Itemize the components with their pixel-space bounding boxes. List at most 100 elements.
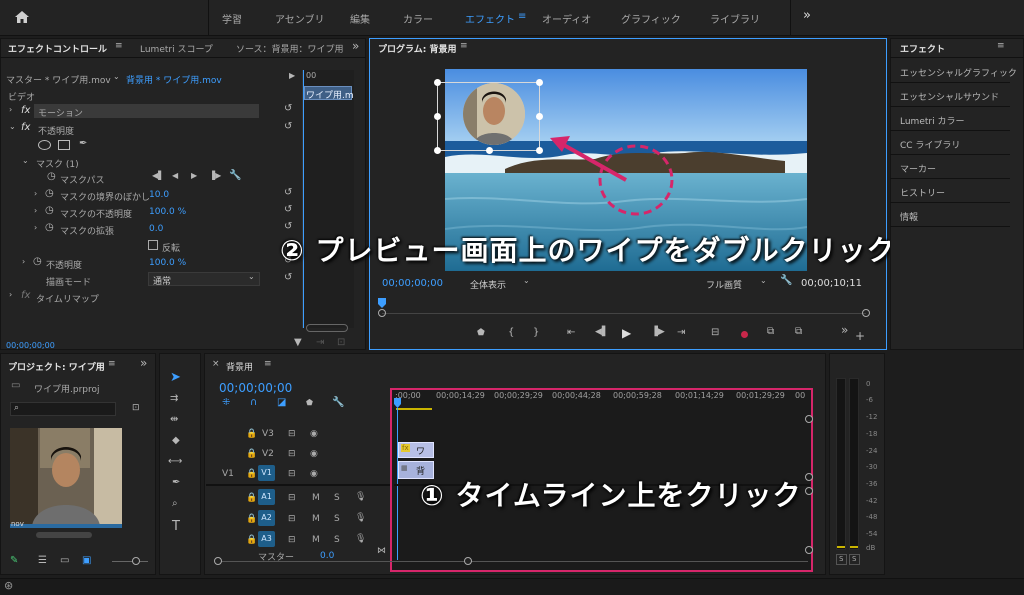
v-scroll-handle[interactable] (805, 415, 813, 423)
project-scroll-handle[interactable] (36, 532, 92, 538)
effects-item-markers[interactable]: マーカー (900, 162, 936, 175)
mini-scroll-handle[interactable] (306, 324, 348, 332)
source-patch-v1[interactable]: V1 (222, 469, 234, 479)
wipe-handle[interactable] (434, 147, 441, 154)
play-forward-icon[interactable]: ▶ (191, 172, 197, 180)
tab-effect-controls[interactable]: エフェクトコントロール (8, 42, 107, 55)
home-icon[interactable] (14, 10, 30, 27)
mask-feather-value[interactable]: 10.0 (149, 190, 169, 200)
export-frame-icon[interactable]: ⧉ (767, 327, 774, 337)
selection-tool-icon[interactable]: ➤ (170, 371, 181, 384)
track-lock-icon[interactable]: 🔒 (246, 514, 257, 524)
go-to-out-icon[interactable]: ⇥ (677, 328, 685, 338)
eye-icon[interactable]: ◉ (310, 429, 318, 439)
reset-icon[interactable]: ↺ (284, 188, 292, 198)
razor-tool-icon[interactable]: ◆ (172, 436, 180, 446)
wrench-icon[interactable]: 🔧 (229, 171, 241, 181)
expand-chevron-icon[interactable]: › (9, 106, 12, 114)
type-tool-icon[interactable]: T (172, 520, 180, 533)
export-icon[interactable]: ⇥ (316, 338, 324, 348)
wipe-handle[interactable] (434, 113, 441, 120)
v-scroll-handle[interactable] (805, 546, 813, 554)
mute-button[interactable]: M (312, 535, 320, 545)
master-clip-label[interactable]: マスター * ワイプ用.mov (6, 73, 111, 86)
workspace-menu-icon[interactable]: ≡ (518, 12, 526, 22)
expand-chevron-icon[interactable]: › (34, 207, 37, 215)
workspace-tab-audio[interactable]: オーディオ (542, 11, 591, 26)
track-sync-icon[interactable]: ⊟ (288, 429, 296, 439)
mic-icon[interactable]: 🎙 (355, 513, 366, 523)
effects-item-info[interactable]: 情報 (900, 210, 918, 223)
workspace-overflow-icon[interactable]: » (803, 8, 811, 23)
thumbnail-scrollbar[interactable] (10, 524, 122, 528)
mic-icon[interactable]: 🎙 (355, 492, 366, 502)
record-icon[interactable] (741, 331, 748, 338)
chevron-down-icon[interactable]: ⌄ (113, 73, 120, 81)
panel-menu-icon[interactable]: ≡ (115, 42, 123, 51)
track-select-tool-icon[interactable]: ⇉ (170, 394, 178, 404)
rectangle-mask-icon[interactable] (58, 140, 70, 150)
reset-icon[interactable]: ↺ (284, 104, 292, 114)
track-sync-icon[interactable]: ⊟ (288, 514, 296, 524)
workspace-tab-color[interactable]: カラー (403, 11, 433, 26)
mask-opacity-value[interactable]: 100.0 % (149, 207, 186, 217)
effects-item-lumetri-color[interactable]: Lumetri カラー (900, 114, 964, 127)
h-scroll-right[interactable] (464, 557, 472, 565)
wrench-icon[interactable]: 🔧 (780, 276, 792, 286)
stopwatch-icon[interactable]: ◷ (47, 172, 56, 182)
track-lock-icon[interactable]: 🔒 (246, 493, 257, 503)
reset-icon[interactable]: ↺ (284, 122, 292, 132)
pen-mask-icon[interactable]: ✒ (79, 139, 87, 149)
eye-icon[interactable]: ◉ (310, 469, 318, 479)
h-scroll-left[interactable] (214, 557, 222, 565)
track-target-a3[interactable]: A3 (258, 531, 275, 547)
solo-button[interactable]: S (334, 535, 340, 545)
zoom-slider-thumb[interactable] (132, 557, 140, 565)
panel-overflow-icon[interactable]: » (352, 40, 359, 52)
v-scroll-handle[interactable] (805, 487, 813, 495)
master-track-value[interactable]: 0.0 (320, 551, 334, 561)
wipe-handle[interactable] (536, 113, 543, 120)
track-sync-icon[interactable]: ⊟ (288, 469, 296, 479)
effect-controls-mini-timeline[interactable] (302, 70, 354, 328)
step-back-icon[interactable]: ◀▌ (595, 328, 609, 337)
mark-out-icon[interactable]: } (533, 328, 539, 338)
mask-expansion-value[interactable]: 0.0 (149, 224, 163, 234)
project-search-input[interactable] (10, 402, 116, 416)
playhead-line[interactable] (303, 70, 304, 328)
close-tab-icon[interactable]: × (212, 360, 220, 369)
expand-chevron-icon[interactable]: › (34, 224, 37, 232)
program-timecode[interactable]: 00;00;00;00 (382, 278, 443, 289)
workspace-tab-effects[interactable]: エフェクト (465, 11, 515, 26)
v-scroll-handle[interactable] (805, 473, 813, 481)
render-icon[interactable]: ⊡ (337, 338, 345, 348)
track-sync-icon[interactable]: ⊟ (288, 535, 296, 545)
safe-margins-icon[interactable]: ⊟ (711, 328, 719, 338)
icon-view-icon[interactable]: ▭ (60, 556, 69, 566)
track-backward-icon[interactable]: ◀▌ (152, 172, 164, 180)
stopwatch-icon[interactable]: ◷ (45, 206, 54, 216)
timeline-settings-icon[interactable]: 🔧 (332, 398, 344, 408)
mute-button[interactable]: M (312, 493, 320, 503)
track-target-a2[interactable]: A2 (258, 510, 275, 526)
pen-tool-icon[interactable]: ✒ (172, 478, 180, 488)
add-marker-icon[interactable]: ⬟ (306, 399, 313, 407)
wipe-handle[interactable] (434, 79, 441, 86)
list-view-icon[interactable]: ☰ (38, 556, 47, 566)
play-icon[interactable]: ▶ (622, 327, 631, 339)
zoom-handle-left[interactable] (378, 309, 386, 317)
expand-chevron-icon[interactable]: › (22, 258, 25, 266)
solo-button[interactable]: S (334, 514, 340, 524)
go-to-in-icon[interactable]: ⇤ (567, 328, 575, 338)
reset-icon[interactable]: ↺ (284, 273, 292, 283)
track-forward-icon[interactable]: ▐▶ (209, 172, 221, 180)
panel-menu-icon[interactable]: ≡ (108, 360, 116, 369)
panel-overflow-icon[interactable]: » (140, 357, 147, 369)
expand-chevron-icon[interactable]: › (9, 291, 12, 299)
step-forward-icon[interactable]: ▐▶ (651, 328, 665, 337)
zoom-slider[interactable] (112, 561, 148, 562)
collapse-chevron-icon[interactable]: ⌄ (9, 123, 16, 131)
ellipse-mask-icon[interactable] (38, 140, 51, 150)
stopwatch-icon[interactable]: ◷ (45, 189, 54, 199)
effects-item-history[interactable]: ヒストリー (900, 186, 945, 199)
